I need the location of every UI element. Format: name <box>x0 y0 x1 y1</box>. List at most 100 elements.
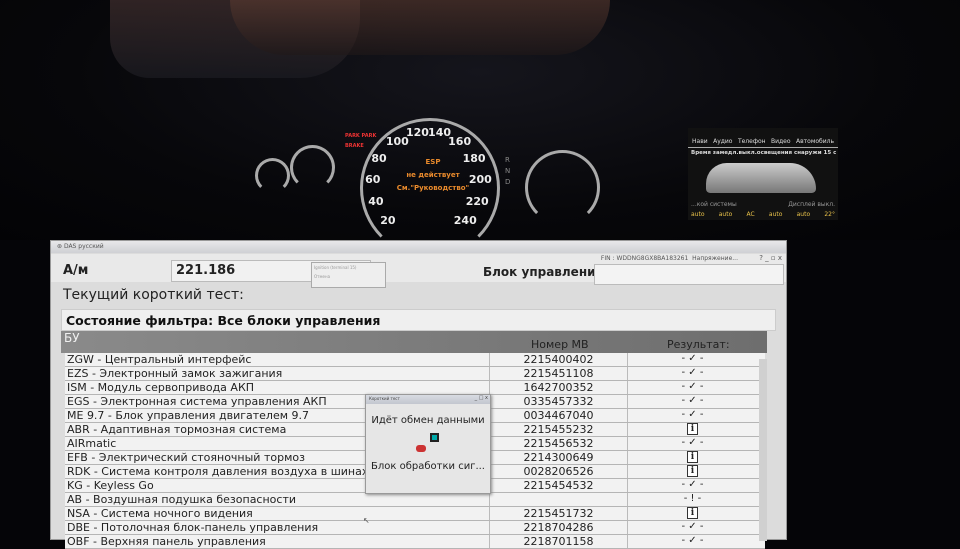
mercedes-logo-icon: ⊛ <box>57 243 64 250</box>
unit-name: ISM - Модуль сервопривода АКП <box>67 381 255 394</box>
comand-menu-item: Автомобиль <box>796 138 834 145</box>
mb-number: 2214300649 <box>489 451 627 464</box>
unit-name: OBF - Верхняя панель управления <box>67 535 266 548</box>
fin-text: FIN : WDDNG8GX8BA183261 <box>600 255 689 262</box>
result-cell: - ✓ - <box>627 409 757 422</box>
mb-number <box>489 493 627 506</box>
mb-number: 2218701158 <box>489 535 627 548</box>
unit-name: DBE - Потолочная блок-панель управления <box>67 521 319 534</box>
table-row[interactable]: ZGW - Центральный интерфейс 2215400402 - ✓… <box>65 353 765 367</box>
car-image <box>706 163 816 193</box>
comand-display: Нави Аудио Телефон Видео Автомобиль Время за… <box>688 128 838 220</box>
dialog-unit: Блок обработки сиг... <box>371 461 485 472</box>
dialog-status: Идёт обмен данными <box>371 415 485 426</box>
tachometer <box>525 150 600 225</box>
dialog-titlebar: Короткий тест _ □ x <box>366 395 490 404</box>
unit-name: EFB - Электрический стояночный тормоз <box>67 451 305 464</box>
check-icon: - ✓ - <box>681 535 704 546</box>
dialog-window-controls[interactable]: _ □ x <box>475 395 488 401</box>
mb-number: 2215456532 <box>489 437 627 450</box>
current-test-title: Текущий короткий тест: <box>63 287 244 303</box>
voltage-text: Напряжение... <box>692 255 738 262</box>
das-window: ⊛ DAS русский А/м 221.186 Ignition (term… <box>50 240 787 549</box>
info-icon[interactable]: i <box>687 423 698 435</box>
vehicle-label: А/м <box>63 263 89 278</box>
check-icon: - ✓ - <box>681 395 704 406</box>
fin-voltage: FIN : WDDNG8GX8BA183261 Напряжение... <box>601 255 738 262</box>
mouse-cursor-icon: ↖ <box>363 516 370 525</box>
popup-item[interactable]: Отмена <box>314 274 383 279</box>
result-cell: - ✓ - <box>627 353 757 366</box>
mb-number: 2215451732 <box>489 507 627 520</box>
col-header-result[interactable]: Результат: <box>667 339 730 351</box>
ignition-popup[interactable]: Ignition (terminal 15) Отмена <box>311 262 386 288</box>
check-icon: - ✓ - <box>681 521 704 532</box>
window-controls[interactable]: ? _ ▫ x <box>759 254 782 262</box>
comand-menu-item: Видео <box>771 138 791 145</box>
table-row[interactable]: NSA - Система ночного видения 2215451732 i <box>65 507 765 521</box>
check-icon: - ✓ - <box>681 381 704 392</box>
speed-tick-label: 20 <box>380 213 396 227</box>
computer-icon <box>430 433 439 442</box>
result-cell: i <box>627 451 757 464</box>
scrollbar[interactable] <box>759 359 767 541</box>
check-icon: - ✓ - <box>681 409 704 420</box>
display-off-label: Дисплей выкл. <box>788 201 835 208</box>
speed-tick-label: 180 <box>462 152 486 166</box>
check-icon: - ✓ - <box>681 367 704 378</box>
speed-tick-label: 240 <box>453 213 477 227</box>
temp-gauge <box>255 158 290 193</box>
col-header-unit[interactable]: БУ <box>64 331 80 345</box>
climate-item: auto <box>691 211 705 218</box>
table-row[interactable]: ISM - Модуль сервопривода АКП 1642700352 -… <box>65 381 765 395</box>
unit-name: KG - Keyless Go <box>67 479 154 492</box>
popup-title: Ignition (terminal 15) <box>314 265 357 270</box>
park-label: PARK PARK <box>345 133 377 139</box>
col-header-number[interactable]: Номер MB <box>531 339 589 351</box>
car-icon <box>416 445 426 452</box>
mb-number: 2218704286 <box>489 521 627 534</box>
warning-line: не действует <box>406 171 460 179</box>
gear-indicator: RND <box>505 155 510 188</box>
table-row[interactable]: DBE - Потолочная блок-панель управления 2… <box>65 521 765 535</box>
comand-menu-item: Нави <box>692 138 708 145</box>
climate-item: auto <box>718 211 733 218</box>
mb-number: 1642700352 <box>489 381 627 394</box>
climate-item: AC <box>746 211 755 218</box>
speed-tick-label: 40 <box>368 195 384 209</box>
result-cell: - ! - <box>627 493 757 506</box>
info-icon[interactable]: i <box>687 465 698 477</box>
mb-number: 2215451108 <box>489 367 627 380</box>
info-icon[interactable]: i <box>687 507 698 519</box>
window-title: DAS русский <box>63 243 104 250</box>
climate-item: 22° <box>824 211 835 218</box>
unit-name: ME 9.7 - Блок управления двигателем 9.7 <box>67 409 310 422</box>
result-cell: i <box>627 507 757 520</box>
speed-tick-label: 160 <box>448 135 472 149</box>
unit-name: RDK - Система контроля давления воздуха … <box>67 465 369 478</box>
short-test-dialog: Короткий тест _ □ x Идёт обмен данными Бл… <box>365 394 491 494</box>
warning-line: ESP <box>425 158 441 166</box>
speed-tick-label: 220 <box>465 195 489 209</box>
table-row[interactable]: AB - Воздушная подушка безопасности - ! - <box>65 493 765 507</box>
comand-menu: Нави Аудио Телефон Видео Автомобиль <box>688 136 838 148</box>
table-row[interactable]: EZS - Электронный замок зажигания 2215451… <box>65 367 765 381</box>
result-cell: - ✓ - <box>627 367 757 380</box>
unit-name: EZS - Электронный замок зажигания <box>67 367 283 380</box>
mb-number: 0335457332 <box>489 395 627 408</box>
filter-state: Состояние фильтра: Все блоки управления <box>61 309 776 331</box>
table-row[interactable]: OBF - Верхняя панель управления 221870115… <box>65 535 765 549</box>
info-icon[interactable]: i <box>687 451 698 463</box>
unit-name: AB - Воздушная подушка безопасности <box>67 493 297 506</box>
comand-status: ...кой системы Дисплей выкл. <box>691 201 835 208</box>
mb-number: 2215400402 <box>489 353 627 366</box>
mb-number: 0028206526 <box>489 465 627 478</box>
speed-tick-label: 200 <box>468 173 492 187</box>
mb-number: 2215454532 <box>489 479 627 492</box>
control-unit-input[interactable] <box>594 264 784 285</box>
result-cell: i <box>627 465 757 478</box>
control-unit-label: Блок управления <box>483 265 604 279</box>
speed-tick-label: 60 <box>365 173 381 187</box>
climate-item: auto <box>768 211 783 218</box>
result-cell: - ✓ - <box>627 521 757 534</box>
